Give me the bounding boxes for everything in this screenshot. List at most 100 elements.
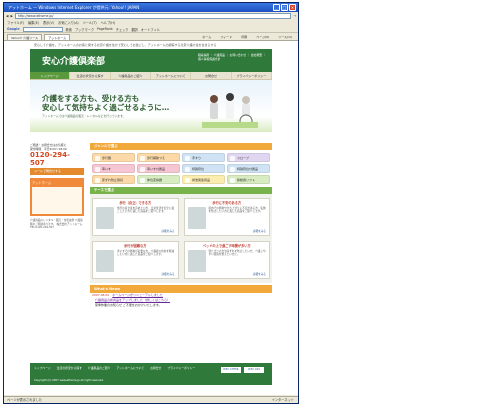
maximize-icon[interactable]: □ [281,4,288,11]
google-search-input[interactable] [22,26,63,32]
css-badge[interactable]: W3C CSS [244,367,264,373]
genre-position[interactable]: 体位変換器 [137,175,180,184]
mail-contact-button[interactable]: メールで問合せする [30,168,84,175]
feed-button[interactable]: フィード [217,34,235,40]
menu-edit[interactable]: 編集(E) [28,20,39,26]
footer-link[interactable]: トップページ [34,366,51,370]
browser-window: アットホーム — Windows Internet Explorer が提供元:… [3,2,299,404]
wheelchair-icon [95,167,100,172]
news-text: 夏季休業のお知らせ ご不便をおかけいたします。 [95,303,162,307]
banner-title: アットホーム [32,181,52,185]
case-more-link[interactable]: 詳細をみる [253,272,266,276]
slope-icon [230,156,235,161]
case-title: ベッドの上で過ごす時間が多い方 [202,244,251,248]
genre-heading: ジャンルで選ぶ [90,143,272,150]
genre-label: 床ずれ防止用具 [102,178,124,182]
news-link[interactable]: 介護用品の新商品をアップしました（詳しくはこちら） [95,298,170,302]
case-card[interactable]: 歩行（自立）できる方 歩行の自立度を高めたい方、日常生活を安全に過ごしたい方に適… [92,198,179,236]
case-photo [96,207,114,229]
footer-link[interactable]: お問合せ [150,366,161,370]
minimize-icon[interactable]: _ [273,4,280,11]
genre-slope[interactable]: スロープ [227,153,270,162]
genre-handrail[interactable]: 手すり [182,153,225,162]
header-links[interactable]: 職員採用 ｜ 介護用品 ｜ お問い合わせ ｜ 会社概要 ｜ 個人情報保護方針 [198,53,268,61]
athome-banner[interactable]: アットホーム [30,178,84,216]
tab-athome[interactable]: アットホーム [44,34,71,40]
case-more-link[interactable]: 詳細をみる [253,229,266,233]
forward-icon[interactable]: ▶ [10,14,12,18]
tab-yahoo[interactable]: Yahoo!! 介護ツール [7,34,43,40]
home-button[interactable]: ホーム [199,34,214,40]
genre-toilet[interactable]: 排泄関連用品 [182,175,225,184]
title-bar: アットホーム — Windows Internet Explorer が提供元:… [4,3,298,12]
genre-label: 体位変換器 [147,178,163,182]
footer-link[interactable]: アットホームについて [116,366,144,370]
tools-menu[interactable]: ツール(O) [275,34,295,40]
nav-products[interactable]: 介護用品のご紹介 [111,72,151,79]
genre-walker[interactable]: 歩行器 [92,153,135,162]
menu-file[interactable]: ファイル(F) [7,20,24,26]
hero-subtitle: アットホームでは介護用品の販売・レンタルなどを行っています。 [42,114,126,118]
genre-label: 歩行器 [102,156,112,160]
validator-badges: W3C XHTML W3C CSS [221,367,264,373]
toolbar-item[interactable]: PageRank [97,27,113,31]
case-more-link[interactable]: 詳細をみる [162,272,175,276]
menu-favorites[interactable]: お気に入り(A) [58,20,79,26]
genre-wheelchair-accessories[interactable]: 車いす付属品 [137,164,180,173]
go-button[interactable]: → [293,14,296,18]
case-card[interactable]: 歩行に不安のある方 屋内での移動や立ち上がりに不安がある方、転倒を防止したい方に… [183,198,270,236]
case-more-link[interactable]: 詳細をみる [162,229,175,233]
toolbar-item[interactable]: ブックマーク [75,27,94,32]
menu-help[interactable]: ヘルプ(H) [101,20,115,26]
footer-link[interactable]: プライバシーポリシー [167,366,195,370]
case-card[interactable]: 歩行が困難な方 車いすでの移動が必要な方、介護者の負担を軽減したい方に適した商品… [92,241,179,279]
nav-situation[interactable]: 生活の状況から探す [70,72,111,79]
news-section: What's News 2007.08.02 ホームページがリニューアルしました … [90,285,272,308]
case-body: 屋内での移動や立ち上がりに不安がある方、転倒を防止したい方に適した商品をご紹介し… [208,207,266,214]
genre-label: 移動用リフト [237,178,256,182]
genre-bed-accessories[interactable]: 特殊寝台付属品 [227,164,270,173]
url-input[interactable]: http://www.athome.jp/ [14,13,292,19]
genre-bed[interactable]: 特殊寝台 [182,164,225,173]
toolbar-item[interactable]: オートフィル [141,27,160,32]
footer-link[interactable]: 介護用品のご紹介 [88,366,110,370]
genre-grid: 歩行器 歩行補助つえ 手すり スロープ 車いす 車いす付属品 特殊寝台 特殊寝台… [90,150,272,187]
company-info: 介護用品のレンタル・販売・住宅改修 介護保険のご相談承ります。 株式会社アットホ… [30,219,83,230]
nav-top[interactable]: トップページ [30,72,71,79]
toilet-icon [185,178,190,183]
nav-about[interactable]: アットホームについて [151,72,192,79]
case-photo [187,207,206,229]
case-photo [96,250,114,272]
caregivers-illustration [202,93,258,128]
logo[interactable]: 安心介護倶楽部 [42,54,105,67]
genre-label: スロープ [237,156,249,160]
page-viewport: 安心して介護を。アットホームのお客に関する北京介護を住かで安心してお過ごし、アッ… [4,41,298,395]
case-title: 歩行が困難な方 [124,244,147,248]
back-icon[interactable]: ◀ [6,14,8,18]
walker-icon [95,156,100,161]
genre-lift[interactable]: 移動用リフト [227,175,270,184]
news-item: 夏季休業のお知らせ ご不便をおかけいたします。 [90,303,272,308]
close-icon[interactable]: × [289,4,296,11]
genre-bedsore[interactable]: 床ずれ防止用具 [92,175,135,184]
toolbar-item[interactable]: 翻訳 [131,27,137,32]
nav-contact[interactable]: お問合せ [191,72,232,79]
page-menu[interactable]: ページ(P) [253,34,272,40]
phone-number[interactable]: 0120-294-507 [30,151,84,167]
genre-wheelchair[interactable]: 車いす [92,164,135,173]
genre-cane[interactable]: 歩行補助つえ [137,153,180,162]
case-title: 歩行（自立）できる方 [119,201,152,205]
menu-tools[interactable]: ツール(T) [83,20,97,26]
footer-link[interactable]: 生活の状況から探す [57,366,82,370]
genre-label: 排泄関連用品 [192,178,211,182]
news-link[interactable]: ホームページがリニューアルしました [112,293,163,297]
print-button[interactable]: 印刷 [238,34,250,40]
nav-privacy[interactable]: プライバシーポリシー [232,72,272,79]
xhtml-badge[interactable]: W3C XHTML [221,367,241,373]
case-card[interactable]: ベッドの上で過ごす時間が多い方 寝たきりの方や床ずれを防止したい方、介護しやすい… [183,241,270,279]
news-date: 2007.08.02 [92,293,110,297]
toolbar-item[interactable]: 検索 [66,27,72,32]
toolbar-item[interactable]: チェック [116,27,129,32]
google-label: Google [7,27,20,31]
menu-view[interactable]: 表示(V) [43,20,54,26]
